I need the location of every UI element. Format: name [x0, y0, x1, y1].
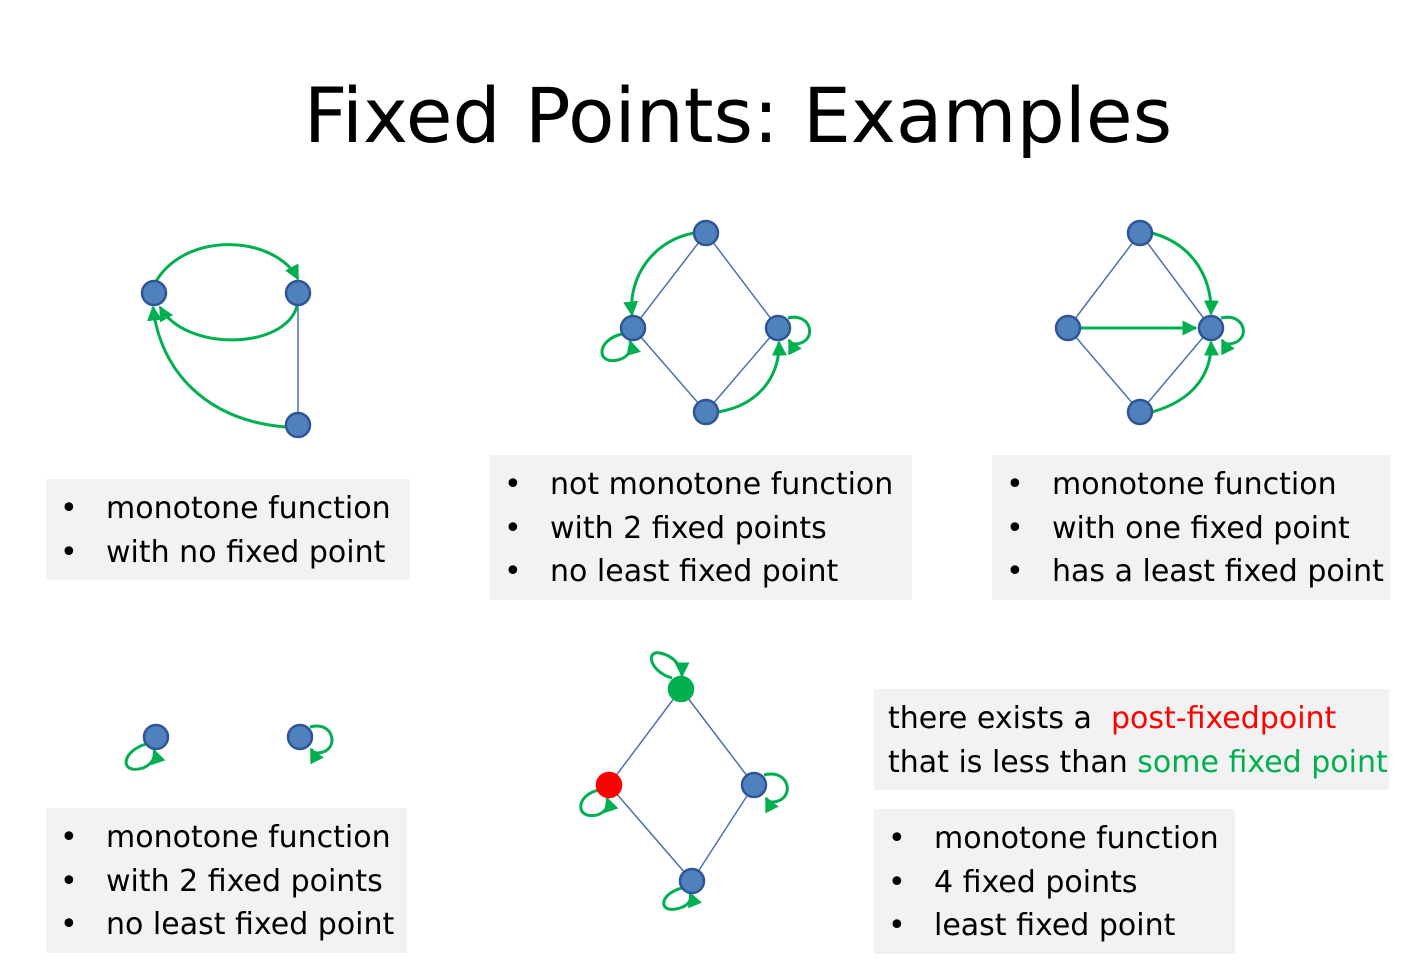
self-loop-arrow [763, 772, 789, 814]
order-edge [632, 327, 707, 413]
graph-example-3 [1054, 219, 1245, 426]
caption-box-example-3: • monotone function • with one fixed point… [992, 455, 1390, 600]
order-edge [1067, 327, 1141, 413]
order-edge [705, 232, 779, 329]
graph-example-4 [124, 723, 334, 771]
graph-example-1 [140, 243, 312, 439]
graph-node [1126, 219, 1154, 247]
caption-item: • 4 fixed points [888, 864, 1138, 900]
order-edge [608, 784, 693, 882]
order-edge [705, 327, 779, 413]
graph-node [284, 411, 312, 439]
graph-node [740, 771, 768, 799]
caption-box-example-2: • not monotone function • with 2 fixed poi… [490, 455, 912, 600]
graph-node [142, 723, 170, 751]
graph-example-2 [600, 219, 812, 426]
graph-node [619, 314, 647, 342]
graph-node [1054, 314, 1082, 342]
graph-node [678, 867, 706, 895]
caption-item: • with no fixed point [60, 534, 386, 570]
caption-item: • not monotone function [504, 467, 894, 502]
caption-item: • with one fixed point [1006, 510, 1350, 546]
caption-item: • least fixed point [888, 908, 1176, 943]
note-line-2: that is less than some fixed point [888, 744, 1388, 780]
caption-item: • monotone function [888, 821, 1219, 856]
post-fixedpoint-node [595, 771, 623, 799]
order-edge [1067, 232, 1141, 329]
order-edge [632, 232, 707, 329]
fixed-point-term: some fixed point [1137, 744, 1388, 780]
self-loop-arrow [787, 315, 812, 356]
caption-item: • no least fixed point [504, 554, 839, 589]
self-loop-arrow [1220, 315, 1245, 356]
order-edge [680, 688, 755, 786]
order-edge [1139, 232, 1212, 329]
post-fixedpoint-note: there exists a post-fixedpoint that is l… [874, 689, 1389, 790]
graph-node [1197, 314, 1225, 342]
function-arrow [717, 340, 787, 414]
order-edge [691, 784, 755, 882]
order-edge [608, 688, 682, 786]
caption-item: • monotone function [1006, 467, 1337, 502]
order-edge [1139, 327, 1212, 413]
post-fixedpoint-term: post-fixedpoint [1110, 701, 1337, 736]
function-arrow [1151, 340, 1219, 414]
caption-item: • monotone function [60, 820, 391, 855]
caption-item: • monotone function [60, 491, 391, 526]
function-arrow [153, 243, 300, 284]
graph-node [692, 219, 720, 247]
caption-item: • with 2 fixed points [504, 510, 827, 546]
function-arrow [623, 231, 695, 317]
note-line-1: there exists a post-fixedpoint [888, 701, 1337, 736]
graph-node [692, 398, 720, 426]
function-arrow [158, 305, 299, 342]
caption-box-example-1: • monotone function • with no fixed point [46, 479, 410, 580]
graph-node [286, 723, 314, 751]
caption-box-example-5: • monotone function • 4 fixed points • leas… [874, 809, 1235, 954]
self-loop-arrow [309, 724, 334, 765]
function-arrow [1151, 231, 1219, 316]
caption-box-example-4: • monotone function • with 2 fixed points … [46, 808, 407, 953]
function-arrow [147, 305, 286, 429]
graph-example-5 [579, 651, 789, 911]
graph-node [140, 279, 168, 307]
graph-node [764, 314, 792, 342]
caption-item: • has a least fixed point [1006, 554, 1384, 589]
fixed-point-node [667, 675, 695, 703]
caption-item: • with 2 fixed points [60, 863, 383, 899]
graph-node [284, 279, 312, 307]
caption-item: • no least fixed point [60, 907, 395, 942]
graph-node [1126, 398, 1154, 426]
self-loop-arrow [649, 651, 690, 680]
